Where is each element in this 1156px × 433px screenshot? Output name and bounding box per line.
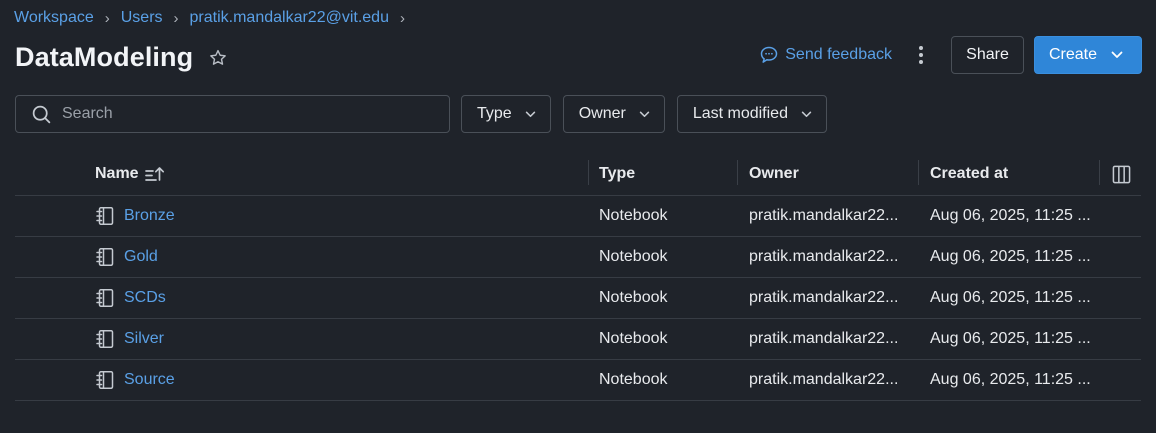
chevron-right-icon: › bbox=[104, 9, 110, 27]
table-row[interactable]: Gold Notebook pratik.mandalkar22... Aug … bbox=[15, 237, 1141, 278]
type-cell: Notebook bbox=[599, 207, 668, 224]
notebook-icon bbox=[95, 196, 115, 236]
search-box[interactable] bbox=[15, 95, 450, 133]
chevron-down-icon bbox=[525, 111, 535, 117]
page-title: DataModeling bbox=[15, 42, 194, 72]
column-header-created[interactable]: Created at bbox=[930, 153, 1008, 195]
table-row[interactable]: SCDs Notebook pratik.mandalkar22... Aug … bbox=[15, 278, 1141, 319]
column-name-label: Name bbox=[95, 165, 139, 182]
chevron-right-icon: › bbox=[173, 9, 179, 27]
chevron-down-icon bbox=[639, 111, 650, 117]
search-input[interactable] bbox=[60, 104, 424, 124]
search-icon bbox=[32, 105, 51, 123]
breadcrumb-workspace[interactable]: Workspace bbox=[14, 9, 94, 27]
column-header-type[interactable]: Type bbox=[599, 153, 635, 195]
notebook-icon bbox=[95, 278, 115, 318]
notebook-name-link[interactable]: Source bbox=[124, 360, 175, 400]
filter-bar: Type Owner Last modified bbox=[15, 95, 839, 133]
send-feedback-link[interactable]: Send feedback bbox=[759, 45, 892, 65]
star-icon[interactable] bbox=[207, 47, 229, 69]
last-modified-filter[interactable]: Last modified bbox=[676, 95, 827, 133]
column-header-owner[interactable]: Owner bbox=[749, 153, 799, 195]
table-row[interactable]: Bronze Notebook pratik.mandalkar22... Au… bbox=[15, 196, 1141, 237]
type-cell: Notebook bbox=[599, 371, 668, 388]
chat-bubble-icon bbox=[761, 46, 778, 63]
owner-cell: pratik.mandalkar22... bbox=[749, 248, 899, 265]
owner-filter[interactable]: Owner bbox=[562, 95, 665, 133]
chevron-down-icon bbox=[801, 111, 812, 117]
column-divider[interactable] bbox=[737, 160, 738, 185]
notebook-icon bbox=[95, 237, 115, 277]
type-cell: Notebook bbox=[599, 330, 668, 347]
breadcrumb-user-folder[interactable]: pratik.mandalkar22@vit.edu bbox=[190, 9, 389, 27]
notebook-icon bbox=[95, 319, 115, 359]
owner-cell: pratik.mandalkar22... bbox=[749, 207, 899, 224]
owner-filter-label: Owner bbox=[578, 105, 626, 122]
notebook-name-link[interactable]: SCDs bbox=[124, 278, 166, 318]
owner-cell: pratik.mandalkar22... bbox=[749, 289, 899, 306]
more-options-icon[interactable] bbox=[910, 35, 932, 75]
created-cell: Aug 06, 2025, 11:25 ... bbox=[930, 371, 1091, 388]
last-modified-filter-label: Last modified bbox=[692, 105, 788, 122]
send-feedback-label: Send feedback bbox=[785, 46, 892, 63]
create-button-label: Create bbox=[1048, 46, 1098, 63]
sort-ascending-icon[interactable] bbox=[144, 165, 165, 183]
column-divider[interactable] bbox=[918, 160, 919, 185]
notebook-icon bbox=[95, 360, 115, 400]
column-divider[interactable] bbox=[588, 160, 589, 185]
table-header: Name Type Owner Created at bbox=[15, 153, 1141, 196]
type-filter[interactable]: Type bbox=[461, 95, 551, 133]
breadcrumb: Workspace › Users › pratik.mandalkar22@v… bbox=[14, 9, 416, 27]
chevron-down-icon bbox=[1111, 51, 1123, 58]
created-cell: Aug 06, 2025, 11:25 ... bbox=[930, 207, 1091, 224]
created-cell: Aug 06, 2025, 11:25 ... bbox=[930, 289, 1091, 306]
title-row: DataModeling bbox=[15, 42, 229, 73]
created-cell: Aug 06, 2025, 11:25 ... bbox=[930, 248, 1091, 265]
type-filter-label: Type bbox=[477, 105, 512, 122]
columns-settings-icon[interactable] bbox=[1112, 153, 1131, 195]
notebook-name-link[interactable]: Bronze bbox=[124, 196, 175, 236]
table-row[interactable]: Source Notebook pratik.mandalkar22... Au… bbox=[15, 360, 1141, 401]
created-cell: Aug 06, 2025, 11:25 ... bbox=[930, 330, 1091, 347]
notebook-name-link[interactable]: Gold bbox=[124, 237, 158, 277]
owner-cell: pratik.mandalkar22... bbox=[749, 330, 899, 347]
type-cell: Notebook bbox=[599, 248, 668, 265]
type-cell: Notebook bbox=[599, 289, 668, 306]
header-actions: Send feedback Share Create bbox=[759, 35, 1142, 75]
column-header-name[interactable]: Name bbox=[95, 153, 165, 195]
share-button[interactable]: Share bbox=[951, 36, 1024, 74]
chevron-right-icon: › bbox=[399, 9, 405, 27]
workspace-table: Name Type Owner Created at Bronze Notebo… bbox=[15, 153, 1141, 401]
table-row[interactable]: Silver Notebook pratik.mandalkar22... Au… bbox=[15, 319, 1141, 360]
column-divider[interactable] bbox=[1099, 160, 1100, 185]
notebook-name-link[interactable]: Silver bbox=[124, 319, 164, 359]
create-button[interactable]: Create bbox=[1034, 36, 1142, 74]
owner-cell: pratik.mandalkar22... bbox=[749, 371, 899, 388]
breadcrumb-users[interactable]: Users bbox=[121, 9, 163, 27]
